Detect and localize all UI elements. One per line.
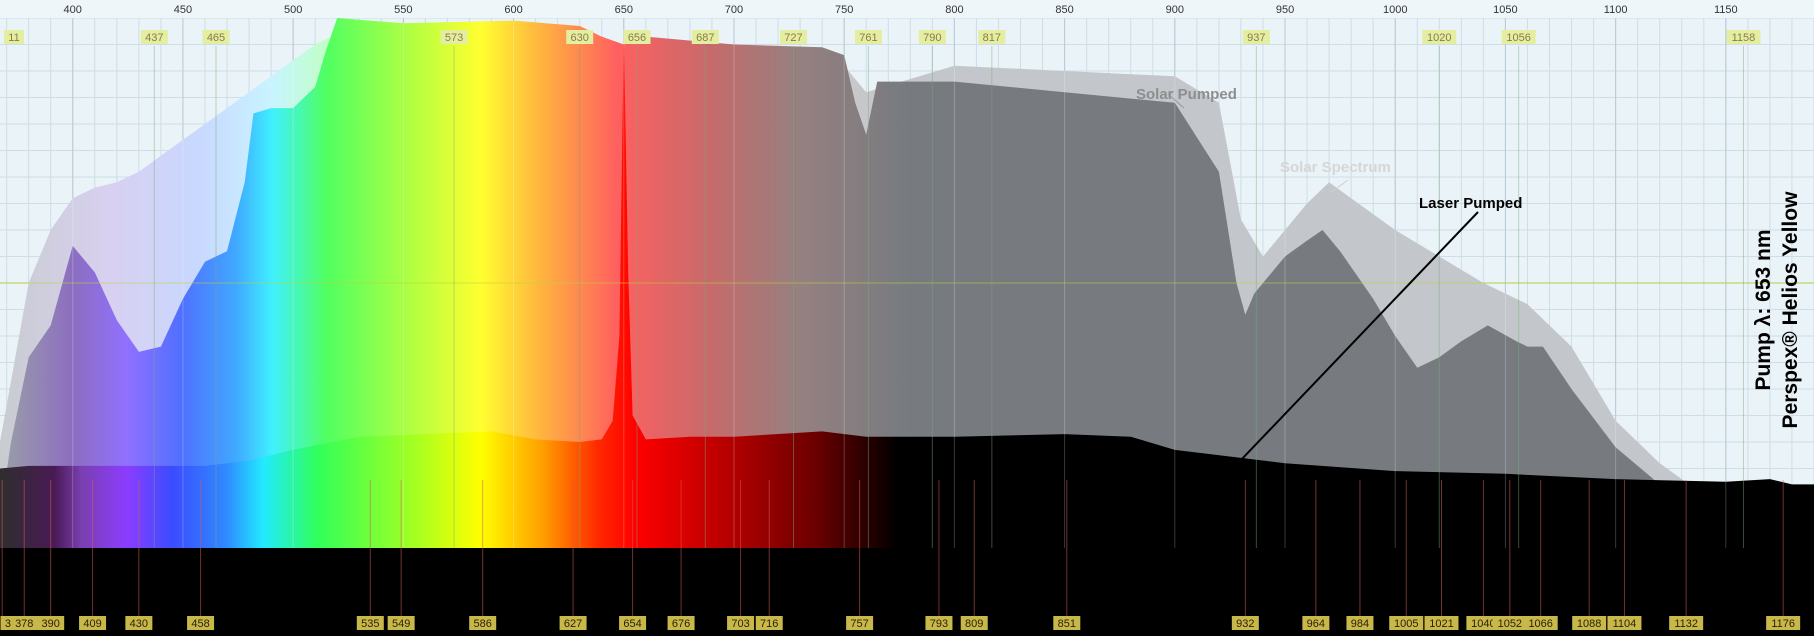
x-tick-label: 1150 (1714, 4, 1738, 16)
top-peak-tag: 727 (784, 32, 802, 44)
bottom-peak-tag: 430 (130, 618, 148, 630)
bottom-peak-tag: 1066 (1528, 618, 1552, 630)
x-tick-label: 850 (1055, 4, 1073, 16)
bottom-peak-tag: 1176 (1771, 618, 1795, 630)
x-tick-label: 550 (394, 4, 412, 16)
side-caption-line2: Perspex® Helios Yellow (1779, 191, 1802, 429)
top-peak-tag: 465 (207, 32, 225, 44)
x-tick-label: 400 (64, 4, 82, 16)
top-peak-tag: 937 (1247, 32, 1265, 44)
bottom-peak-tag: 851 (1058, 618, 1076, 630)
bottom-peak-tag: 703 (731, 618, 749, 630)
x-tick-label: 600 (504, 4, 522, 16)
x-tick-label: 950 (1276, 4, 1294, 16)
bottom-peak-tag: 1132 (1674, 618, 1698, 630)
bottom-peak-tag: 654 (623, 618, 641, 630)
x-tick-label: 650 (615, 4, 633, 16)
bottom-peak-tag: 458 (191, 618, 209, 630)
x-axis-ticks: 400 450 500 550 600 650 700 750 800 850 900 950 1000… (0, 0, 1814, 18)
top-peak-tag: 817 (983, 32, 1001, 44)
top-peak-tag: 656 (628, 32, 646, 44)
bottom-peak-tag: 1052 (1498, 618, 1522, 630)
bottom-peak-tag: 378 (15, 618, 33, 630)
bottom-peak-tag: 716 (760, 618, 778, 630)
bottom-peak-tag: 1104 (1613, 618, 1637, 630)
x-tick-label: 450 (174, 4, 192, 16)
bottom-peak-tag: 793 (930, 618, 948, 630)
top-peak-tag: 630 (571, 32, 589, 44)
side-caption-line1: Pump λ: 653 nm (1752, 229, 1775, 390)
top-peak-tag: 437 (145, 32, 163, 44)
bottom-peak-tag: 586 (474, 618, 492, 630)
bottom-peak-tag: 757 (850, 618, 868, 630)
x-tick-label: 900 (1166, 4, 1184, 16)
bottom-peak-tag: 1088 (1577, 618, 1601, 630)
x-tick-label: 500 (284, 4, 302, 16)
bottom-peak-tag: 676 (672, 618, 690, 630)
top-peak-tag: 11 (8, 32, 19, 44)
bottom-peak-tag: 1005 (1394, 618, 1418, 630)
bottom-peak-tag: 809 (965, 618, 983, 630)
x-tick-label: 750 (835, 4, 853, 16)
bottom-peak-tag: 964 (1307, 618, 1325, 630)
bottom-peak-tag: 535 (361, 618, 379, 630)
bottom-peak-tag: 549 (392, 618, 410, 630)
x-tick-label: 1100 (1604, 4, 1628, 16)
top-peak-tag: 1158 (1732, 32, 1756, 44)
top-peak-tag: 1020 (1427, 32, 1451, 44)
bottom-peak-tag: 984 (1351, 618, 1369, 630)
bottom-peak-tag: 627 (564, 618, 582, 630)
bottom-peak-tag: 1040 (1471, 618, 1495, 630)
solar-spectrum-label: Solar Spectrum (1280, 159, 1391, 176)
top-peak-tag: 1056 (1506, 32, 1530, 44)
x-tick-label: 800 (945, 4, 963, 16)
bottom-peak-tag: 932 (1236, 618, 1254, 630)
bottom-peak-tag: 1021 (1429, 618, 1453, 630)
x-tick-label: 1000 (1383, 4, 1407, 16)
spectrum-chart: 400 450 500 550 600 650 700 750 800 850 900 950 1000… (0, 0, 1814, 636)
top-peak-tag: 573 (445, 32, 463, 44)
laser-pumped-label: Laser Pumped (1419, 195, 1522, 212)
solar-pumped-label: Solar Pumped (1136, 86, 1237, 103)
x-tick-label: 1050 (1493, 4, 1517, 16)
bottom-peak-tag: 409 (83, 618, 101, 630)
top-peak-tag: 790 (923, 32, 941, 44)
axis-band (0, 0, 1814, 18)
top-peak-tag: 761 (859, 32, 877, 44)
x-tick-label: 700 (725, 4, 743, 16)
bottom-peak-tag: 390 (42, 618, 60, 630)
top-peak-tag: 687 (696, 32, 714, 44)
